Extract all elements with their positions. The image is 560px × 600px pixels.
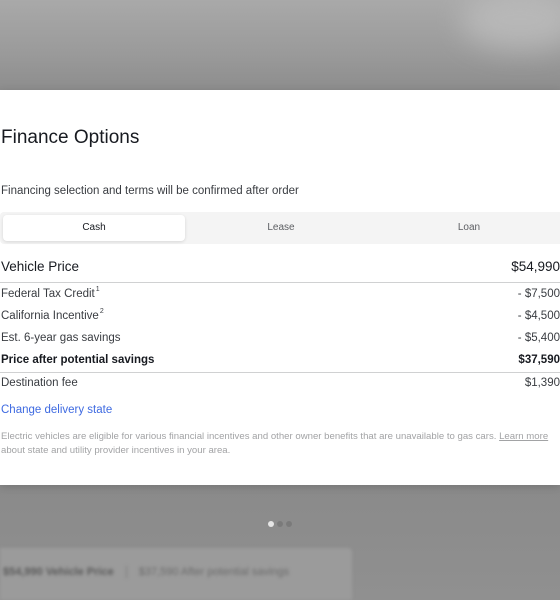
carousel-dot-2[interactable] bbox=[277, 521, 283, 527]
modal-subtitle: Financing selection and terms will be co… bbox=[1, 185, 299, 197]
background-price-bar-text: $54,990 Vehicle Price $37,590 After poten… bbox=[3, 566, 290, 579]
price-divider bbox=[0, 282, 560, 283]
vehicle-price-value: $54,990 bbox=[511, 259, 560, 274]
carousel-dot-3[interactable] bbox=[286, 521, 292, 527]
tab-cash[interactable]: Cash bbox=[3, 215, 185, 241]
background-vehicle-price: $54,990 Vehicle Price bbox=[3, 566, 114, 578]
california-incentive-value: - $4,500 bbox=[517, 310, 560, 322]
federal-tax-credit-value: - $7,500 bbox=[517, 288, 560, 300]
finance-options-modal: Finance Options Financing selection and … bbox=[0, 90, 560, 485]
incentives-disclaimer: Electric vehicles are eligible for vario… bbox=[1, 430, 553, 458]
background-after-savings: $37,590 After potential savings bbox=[138, 566, 290, 578]
federal-tax-credit-label: Federal Tax Credit1 bbox=[1, 286, 100, 300]
disclaimer-text-end: about state and utility provider incenti… bbox=[1, 445, 231, 456]
destination-fee-value: $1,390 bbox=[524, 377, 560, 389]
carousel-dot-1[interactable] bbox=[268, 521, 274, 527]
price-after-savings-label: Price after potential savings bbox=[1, 354, 155, 366]
background-bar-separator bbox=[125, 566, 127, 579]
california-incentive-label: California Incentive2 bbox=[1, 308, 104, 322]
tab-lease[interactable]: Lease bbox=[188, 215, 374, 241]
payment-type-tabs: Cash Lease Loan bbox=[0, 212, 560, 244]
price-after-savings-value: $37,590 bbox=[518, 354, 560, 366]
backdrop-glow bbox=[460, 0, 560, 50]
learn-more-link[interactable]: Learn more bbox=[499, 431, 548, 442]
disclaimer-text-start: Electric vehicles are eligible for vario… bbox=[1, 431, 497, 442]
tab-loan[interactable]: Loan bbox=[376, 215, 560, 241]
backdrop-top bbox=[0, 0, 560, 90]
footnote-2: 2 bbox=[99, 308, 104, 315]
savings-divider bbox=[0, 372, 560, 373]
modal-title: Finance Options bbox=[1, 127, 140, 148]
carousel-dots bbox=[268, 521, 292, 527]
change-delivery-state-link[interactable]: Change delivery state bbox=[1, 404, 112, 416]
footnote-1: 1 bbox=[95, 286, 100, 293]
gas-savings-label: Est. 6-year gas savings bbox=[1, 332, 121, 344]
gas-savings-value: - $5,400 bbox=[517, 332, 560, 344]
vehicle-price-label: Vehicle Price bbox=[1, 259, 80, 274]
destination-fee-label: Destination fee bbox=[1, 377, 78, 389]
